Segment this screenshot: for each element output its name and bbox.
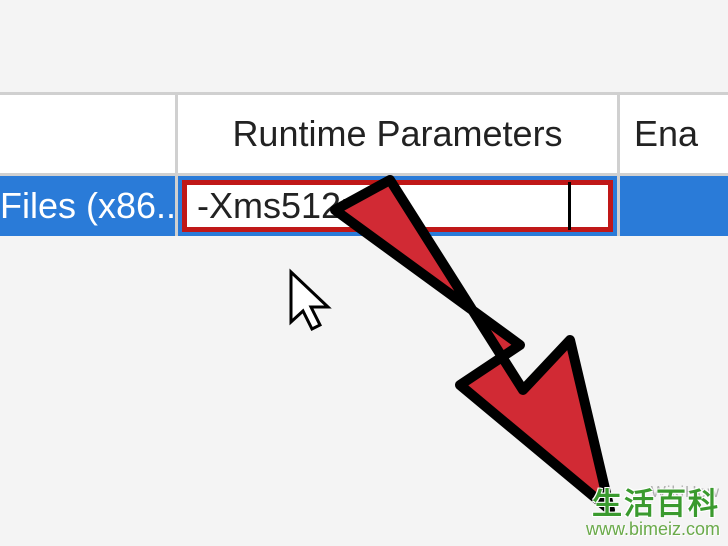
watermark-url: www.bimeiz.com <box>586 519 720 540</box>
cell-enabled[interactable] <box>620 176 728 236</box>
cell-path-value: Files (x86... <box>0 185 178 227</box>
watermark: 生活百科 www.bimeiz.com <box>586 479 720 540</box>
text-caret <box>568 182 571 230</box>
watermark-title: 生活百科 <box>586 479 720 523</box>
column-header-path[interactable] <box>0 95 178 173</box>
runtime-parameters-input[interactable] <box>182 180 613 232</box>
column-header-runtime-parameters[interactable]: Runtime Parameters <box>178 95 620 173</box>
settings-panel: Runtime Parameters Ena Files (x86... Wik… <box>0 0 728 546</box>
table-header-row: Runtime Parameters Ena <box>0 92 728 176</box>
column-header-enabled-label: Ena <box>634 113 698 155</box>
mouse-cursor-icon <box>286 267 346 347</box>
cell-runtime-parameters[interactable] <box>178 176 620 236</box>
jre-table: Runtime Parameters Ena Files (x86... <box>0 92 728 236</box>
cell-path[interactable]: Files (x86... <box>0 176 178 236</box>
column-header-runtime-label: Runtime Parameters <box>232 113 562 155</box>
table-row[interactable]: Files (x86... <box>0 176 728 236</box>
column-header-enabled[interactable]: Ena <box>620 95 728 173</box>
